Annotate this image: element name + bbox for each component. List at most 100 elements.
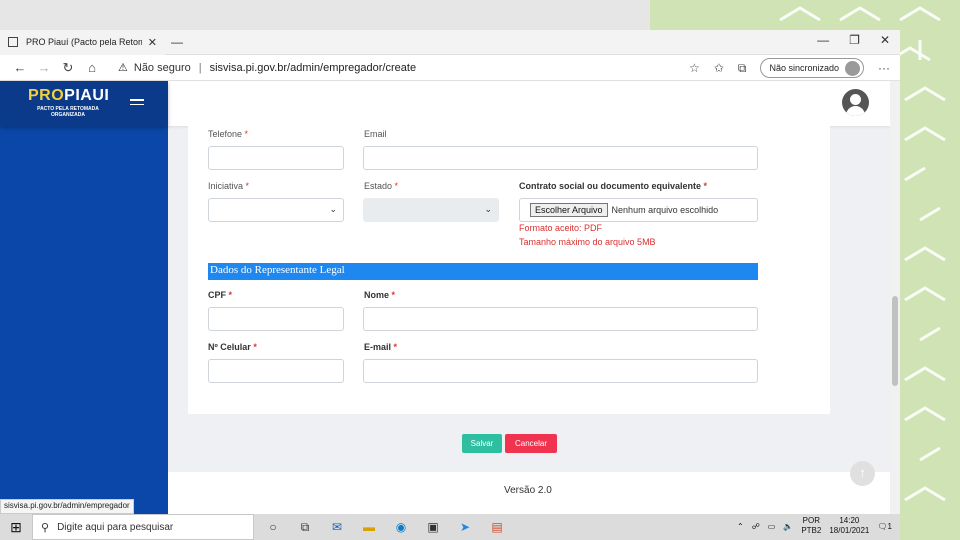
email-label: Email (364, 129, 387, 139)
status-url: sisvisa.pi.gov.br/admin/empregador (0, 499, 134, 514)
section-title: Dados do Representante Legal (208, 263, 758, 280)
cancel-button[interactable]: Cancelar (505, 434, 557, 453)
browser-toolbar: ☆ ✩ ⧉ Não sincronizado ··· (689, 58, 890, 78)
telegram-icon[interactable]: ➤ (456, 519, 474, 535)
iniciativa-select[interactable]: ⌄ (208, 198, 344, 222)
language-indicator[interactable]: POR PTB2 (801, 516, 821, 536)
tab-bar: PRO Piauí (Pacto pela Retomada ✕ — — ❐ ✕ (0, 29, 900, 55)
choose-file-button[interactable]: Escolher Arquivo (530, 203, 608, 217)
profile-label: Não sincronizado (769, 63, 839, 73)
collections-icon[interactable]: ⧉ (738, 61, 747, 76)
email-input[interactable] (363, 146, 758, 170)
minimize-icon[interactable]: — (817, 33, 829, 47)
logo-piaui: PIAUI (64, 87, 110, 104)
desktop-background (0, 0, 650, 30)
cortana-icon[interactable]: ○ (264, 519, 282, 535)
powerpoint-icon[interactable]: ▤ (488, 519, 506, 535)
menu-toggle-icon[interactable] (130, 96, 148, 108)
iniciativa-label: Iniciativa * (208, 181, 250, 191)
clock[interactable]: 14:20 18/01/2021 (829, 516, 869, 536)
taskbar-apps: ○ ⧉ ✉ ▬ ◉ ▣ ➤ ▤ (264, 519, 506, 535)
email2-label: E-mail * (364, 342, 398, 352)
page-icon (8, 37, 18, 47)
security-label: Não seguro (133, 61, 191, 74)
refresh-icon[interactable]: ↻ (56, 60, 80, 76)
file-explorer-icon[interactable]: ▬ (360, 519, 378, 535)
taskbar-search[interactable]: ⚲ Digite aqui para pesquisar (32, 514, 254, 540)
window-controls: — ❐ ✕ (817, 33, 890, 47)
profile-avatar-icon (845, 60, 860, 76)
url-separator: | (198, 61, 202, 74)
nome-label: Nome * (364, 290, 396, 300)
url-text: sisvisa.pi.gov.br/admin/empregador/creat… (209, 61, 417, 74)
estado-select: ⌄ (363, 198, 499, 222)
notification-count: 1 (887, 521, 892, 531)
warning-icon: ⚠ (118, 62, 128, 74)
mail-icon[interactable]: ✉ (328, 519, 346, 535)
tab-close-icon[interactable]: ✕ (148, 36, 157, 49)
sidebar (0, 81, 168, 514)
close-window-icon[interactable]: ✕ (880, 33, 890, 47)
avatar-head (850, 94, 861, 105)
format-hint: Formato aceito: PDF (519, 223, 603, 233)
celular-input[interactable] (208, 359, 344, 383)
chevron-down-icon: ⌄ (329, 204, 337, 214)
lang-label: POR (802, 516, 820, 525)
search-icon: ⚲ (41, 521, 50, 534)
top-navbar (168, 81, 890, 126)
tab-title: PRO Piauí (Pacto pela Retomada (26, 37, 142, 47)
scroll-top-icon[interactable]: ↑ (850, 461, 875, 486)
back-icon[interactable]: ← (8, 60, 32, 75)
browser-tab[interactable]: PRO Piauí (Pacto pela Retomada ✕ (0, 29, 165, 55)
estado-label: Estado * (364, 181, 399, 191)
system-tray: ⌃ ☍ ▭ 🔈 POR PTB2 14:20 18/01/2021 🗨1 (737, 516, 892, 536)
maximize-icon[interactable]: ❐ (849, 33, 860, 47)
file-status: Nenhum arquivo escolhido (611, 205, 719, 215)
url-field[interactable]: ⚠ Não seguro | sisvisa.pi.gov.br/admin/e… (118, 61, 417, 75)
chevron-down-icon: ⌄ (484, 204, 492, 214)
logo-subtitle: PACTO PELA RETOMADA ORGANIZADA (37, 106, 99, 118)
tab-actions-icon[interactable]: — (171, 35, 183, 49)
logo[interactable]: PROPIAUI (28, 87, 109, 105)
celular-label: Nº Celular * (208, 342, 257, 352)
logo-pro: PRO (28, 87, 65, 104)
home-icon[interactable]: ⌂ (80, 60, 104, 75)
address-bar: ← → ↻ ⌂ ⚠ Não seguro | sisvisa.pi.gov.br… (0, 55, 900, 81)
nome-input[interactable] (363, 307, 758, 331)
forward-icon[interactable]: → (32, 60, 56, 75)
telefone-label: Telefone * (208, 129, 249, 139)
taskbar: ⊞ ⚲ Digite aqui para pesquisar ○ ⧉ ✉ ▬ ◉… (0, 514, 900, 540)
volume-icon[interactable]: 🔈 (783, 522, 793, 531)
search-placeholder: Digite aqui para pesquisar (57, 521, 174, 533)
brand-header: PROPIAUI PACTO PELA RETOMADA ORGANIZADA (0, 81, 168, 126)
save-button[interactable]: Salvar (462, 434, 502, 453)
scrollbar-thumb[interactable] (892, 296, 898, 386)
tray-arrow-icon[interactable]: ⌃ (737, 522, 744, 531)
layout-label: PTB2 (801, 526, 822, 535)
favorites-icon[interactable]: ✩ (714, 61, 724, 75)
cpf-label: CPF * (208, 290, 233, 300)
task-view-icon[interactable]: ⧉ (296, 519, 314, 535)
date-label: 18/01/2021 (829, 526, 870, 535)
version-label: Versão 2.0 (504, 485, 552, 496)
store-icon[interactable]: ▣ (424, 519, 442, 535)
favorite-star-icon[interactable]: ☆ (689, 61, 700, 75)
telefone-input[interactable] (208, 146, 344, 170)
page-scrollbar[interactable] (890, 81, 900, 514)
notification-icon[interactable]: 🗨1 (877, 522, 892, 531)
contrato-file-input[interactable]: Escolher Arquivo Nenhum arquivo escolhid… (519, 198, 758, 222)
battery-icon[interactable]: ▭ (768, 522, 776, 531)
cpf-input[interactable] (208, 307, 344, 331)
more-icon[interactable]: ··· (878, 61, 890, 75)
contrato-label: Contrato social ou documento equivalente… (519, 181, 708, 191)
profile-button[interactable]: Não sincronizado (760, 58, 864, 78)
email2-input[interactable] (363, 359, 758, 383)
edge-icon[interactable]: ◉ (392, 519, 410, 535)
time-label: 14:20 (839, 516, 860, 525)
network-icon[interactable]: ☍ (752, 522, 760, 531)
footer: Versão 2.0 (168, 472, 890, 514)
user-avatar[interactable] (842, 89, 869, 116)
size-hint: Tamanho máximo do arquivo 5MB (519, 237, 656, 247)
avatar-body (846, 106, 865, 116)
windows-start-icon[interactable]: ⊞ (0, 519, 32, 536)
